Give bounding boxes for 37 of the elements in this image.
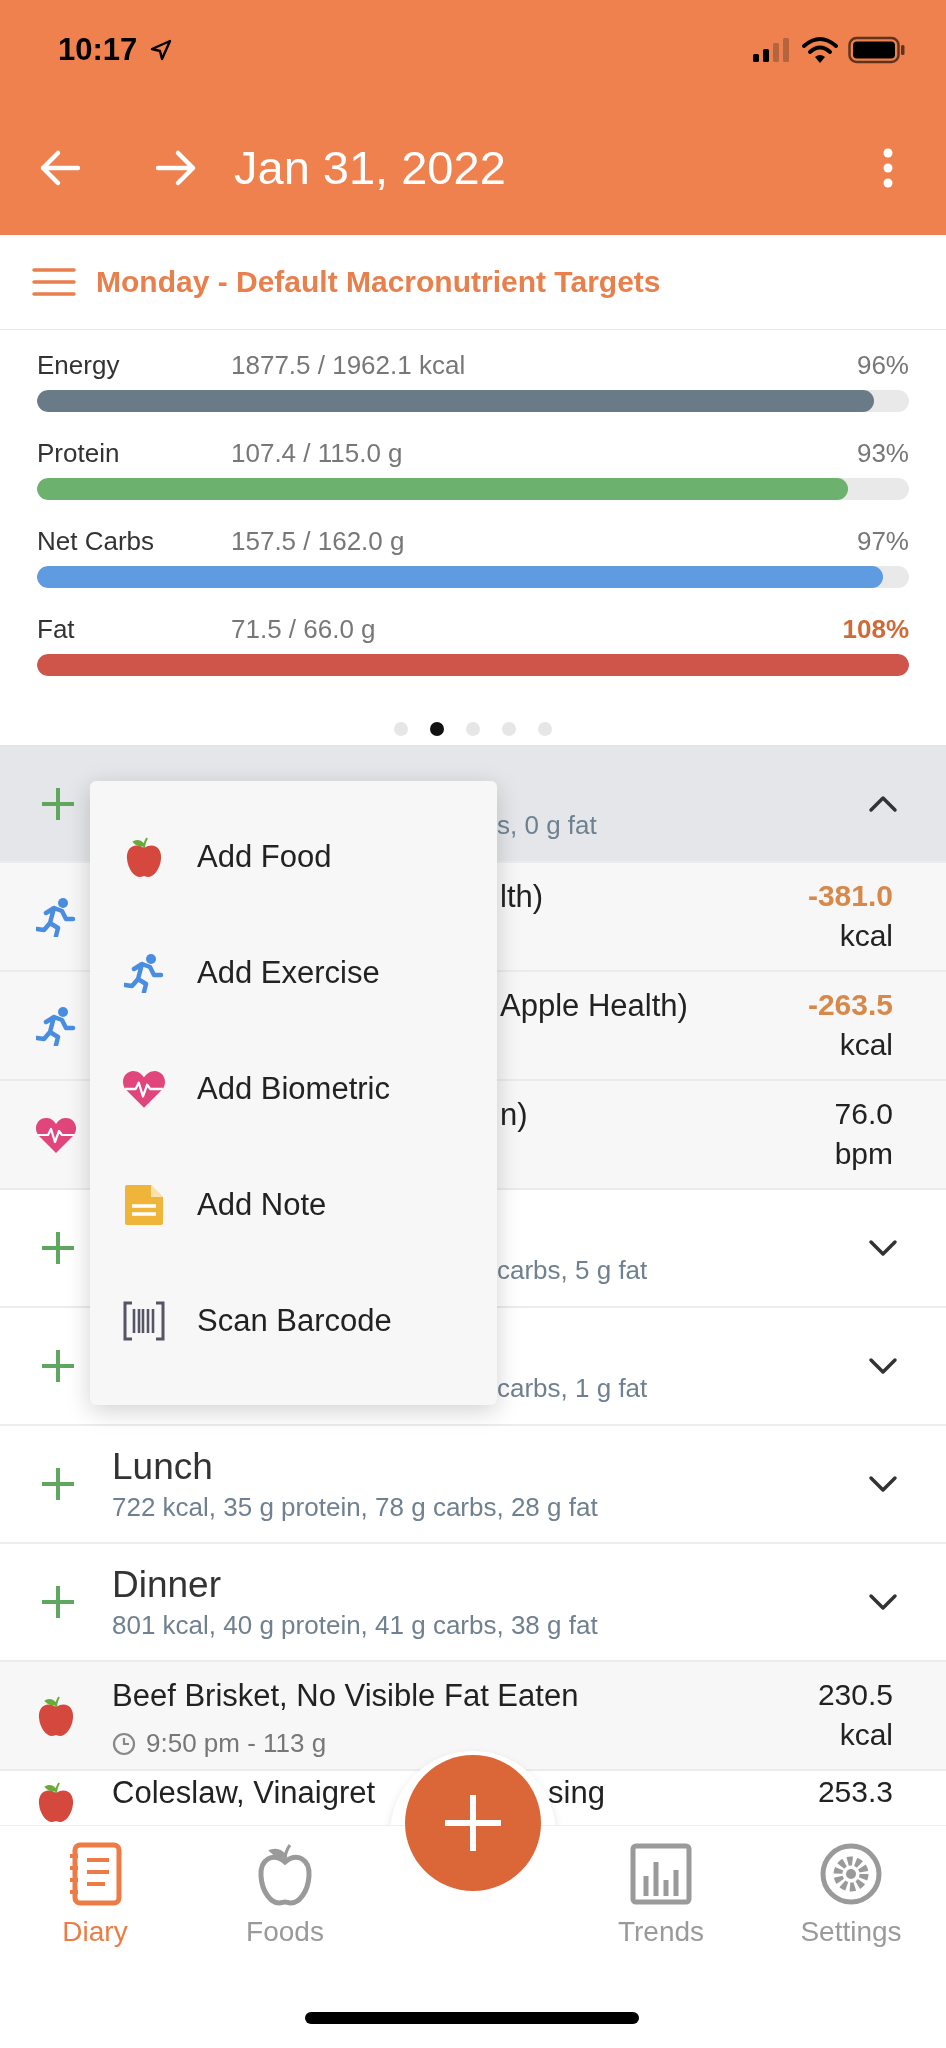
- entry-amount: 76.0: [834, 1097, 893, 1131]
- meal-summary: s, 0 g fat: [497, 810, 598, 841]
- meal-summary: carbs, 1 g fat: [497, 1372, 649, 1404]
- macro-reading: 107.4 / 115.0 g: [231, 438, 403, 469]
- entry-unit: kcal: [839, 919, 893, 953]
- entry-unit: bpm: [834, 1137, 893, 1171]
- entry-name: Beef Brisket, No Visible Fat Eaten: [112, 1678, 579, 1714]
- macro-reading: 157.5 / 162.0 g: [231, 526, 405, 557]
- entry-amount: 253.3: [817, 1775, 893, 1809]
- entry-amount: 230.5: [817, 1678, 893, 1712]
- meal-summary: 722 kcal, 35 g protein, 78 g carbs, 28 g fat: [112, 1491, 599, 1523]
- entry-name: n): [500, 1097, 528, 1133]
- macro-name: Net Carbs: [37, 526, 156, 557]
- entry-name: Apple Health): [500, 988, 688, 1024]
- entry-name: lth): [500, 879, 544, 915]
- entry-amount: -263.5: [807, 988, 893, 1022]
- entry-amount: -381.0: [807, 879, 893, 913]
- macro-percent: 108%: [842, 614, 909, 645]
- date-title: Jan 31, 2022: [234, 140, 506, 195]
- macro-percent: 93%: [856, 438, 909, 469]
- macro-reading: 1877.5 / 1962.1 kcal: [231, 350, 466, 381]
- macro-name: Fat: [37, 614, 76, 645]
- macro-name: Protein: [37, 438, 121, 469]
- macro-reading: 71.5 / 66.0 g: [231, 614, 376, 645]
- entry-unit: kcal: [839, 1028, 893, 1062]
- entry-name: Coleslaw, Vinaigret: [112, 1775, 377, 1811]
- macro-percent: 97%: [856, 526, 909, 557]
- meal-summary: 801 kcal, 40 g protein, 41 g carbs, 38 g fat: [112, 1609, 599, 1641]
- entry-unit: kcal: [839, 1718, 893, 1752]
- status-time: 10:17: [58, 32, 138, 68]
- macro-percent: 96%: [856, 350, 909, 381]
- entry-detail: 9:50 pm - 113 g: [146, 1728, 327, 1759]
- meal-title: Dinner: [112, 1563, 222, 1606]
- meal-title: Lunch: [112, 1445, 214, 1488]
- macro-name: Energy: [37, 350, 121, 381]
- entry-name: sing: [548, 1775, 605, 1811]
- meal-summary: carbs, 5 g fat: [497, 1254, 649, 1286]
